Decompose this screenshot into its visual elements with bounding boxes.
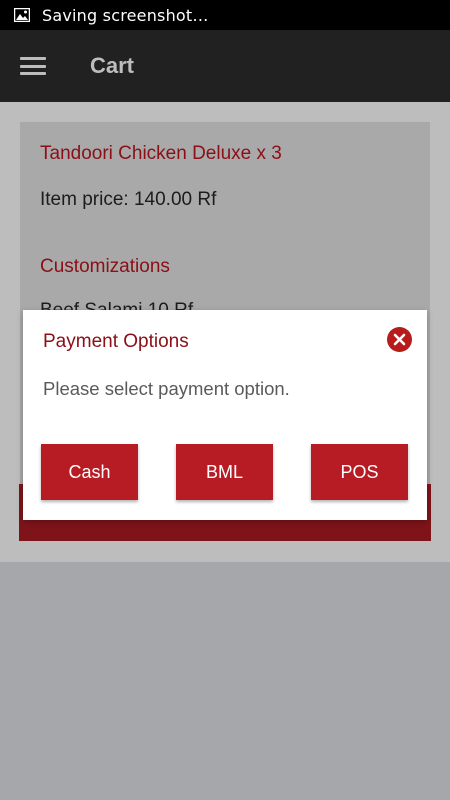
page-title: Cart [90,53,135,78]
status-text: Saving screenshot… [42,5,209,25]
dialog-message: Please select payment option. [43,378,290,399]
customizations-title: Customizations [40,256,170,277]
status-bar: Saving screenshot… [0,0,450,30]
cart-item-price: Item price: 140.00 Rf [40,189,217,210]
cash-button[interactable]: Cash [41,444,138,500]
dialog-title: Payment Options [43,331,189,352]
app-bar: Cart [0,30,450,102]
image-icon [14,8,30,22]
bml-button[interactable]: BML [176,444,273,500]
close-icon[interactable] [387,327,412,352]
pos-button[interactable]: POS [311,444,408,500]
hamburger-menu-icon[interactable] [20,57,46,75]
payment-options-dialog: Payment Options Please select payment op… [23,310,427,520]
cart-item-name: Tandoori Chicken Deluxe x 3 [40,143,282,164]
